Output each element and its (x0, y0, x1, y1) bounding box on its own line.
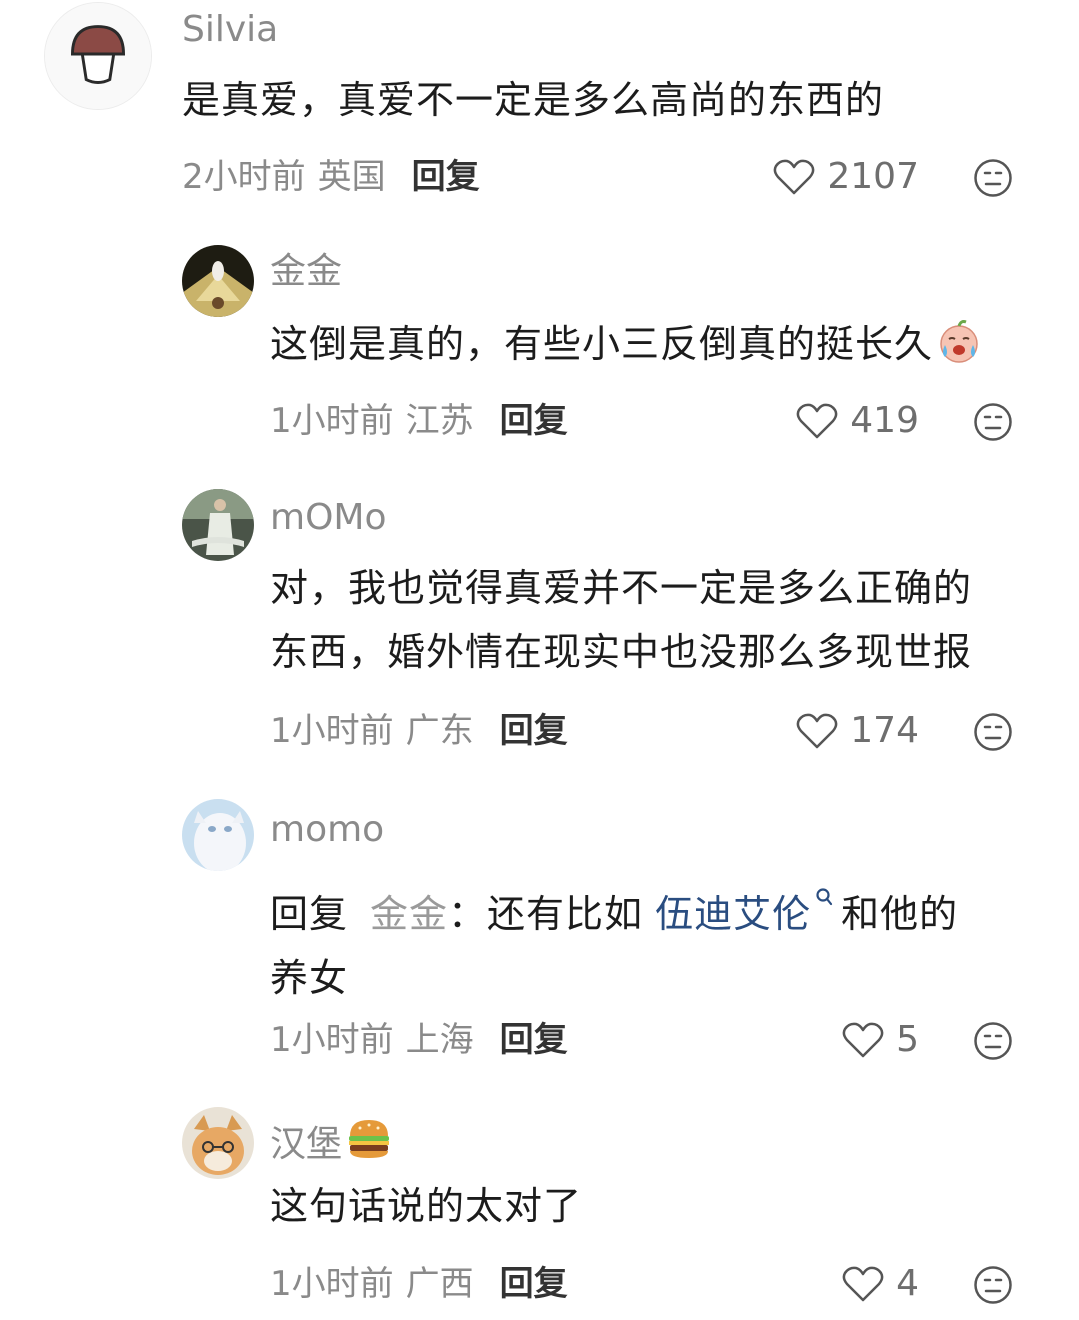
comment-text-line: 养女 (270, 956, 349, 1000)
dislike-icon[interactable] (973, 1265, 1013, 1305)
reply-comment: mOMo 对，我也觉得真爱并不一定是多么正确的 东西，婚外情在现实中也没那么多现… (0, 484, 1079, 764)
heart-icon[interactable] (842, 1265, 884, 1303)
comment-text: 这句话说的太对了 (270, 1184, 583, 1228)
like-control[interactable]: 174 (796, 709, 919, 753)
avatar-image (182, 245, 254, 317)
comment-text-body: 和他的 (841, 892, 959, 936)
avatar[interactable] (182, 1107, 254, 1179)
heart-icon[interactable] (796, 712, 838, 750)
reply-button[interactable]: 回复 (500, 1264, 568, 1304)
location: 英国 (317, 157, 386, 197)
comment-text-line: 回复 金金：还有比如 伍迪艾伦 和他的 (270, 864, 958, 946)
comment-text: 回复 金金：还有比如 伍迪艾伦 和他的 养女 (270, 864, 958, 1010)
reply-prefix: 回复 (270, 892, 349, 936)
location: 上海 (405, 1020, 474, 1060)
username[interactable]: 金金 (270, 250, 342, 294)
like-count: 419 (850, 400, 919, 441)
username-text: 汉堡 (270, 1124, 343, 1165)
reply-comment: 汉堡 这句话说的太对了 1小时前 广西 回复 4 (0, 1104, 1079, 1320)
comment-meta: 1小时前 上海 回复 (270, 1018, 568, 1062)
location: 广西 (405, 1264, 474, 1304)
search-link[interactable]: 伍迪艾伦 (655, 892, 811, 936)
comment-text-line: 东西，婚外情在现实中也没那么多现世报 (270, 630, 973, 674)
timestamp: 1小时前 (270, 401, 394, 441)
like-count: 5 (896, 1019, 919, 1060)
timestamp: 1小时前 (270, 1264, 394, 1304)
comment-meta: 1小时前 广西 回复 (270, 1262, 568, 1306)
crying-face-emoji (935, 317, 983, 384)
reply-button[interactable]: 回复 (500, 401, 568, 441)
avatar-image (182, 799, 254, 871)
like-count: 174 (850, 710, 919, 751)
reply-target-username[interactable]: 金金 (370, 892, 448, 936)
dislike-icon[interactable] (973, 1021, 1013, 1061)
location: 江苏 (405, 401, 474, 441)
username[interactable]: mOMo (270, 496, 387, 540)
like-control[interactable]: 419 (796, 399, 919, 443)
comment-text: 这倒是真的，有些小三反倒真的挺长久 (270, 312, 983, 384)
comment-text-line: 对，我也觉得真爱并不一定是多么正确的 (270, 566, 973, 610)
avatar[interactable] (182, 489, 254, 561)
comment-meta: 1小时前 广东 回复 (270, 709, 568, 753)
avatar[interactable] (182, 799, 254, 871)
dislike-icon[interactable] (973, 712, 1013, 752)
avatar-image (182, 1107, 254, 1179)
search-icon[interactable] (815, 864, 835, 928)
like-control[interactable]: 5 (842, 1018, 919, 1062)
like-control[interactable]: 2107 (773, 155, 919, 199)
like-count: 4 (896, 1263, 919, 1304)
location: 广东 (405, 711, 474, 751)
reply-button[interactable]: 回复 (500, 1020, 568, 1060)
username[interactable]: 汉堡 (270, 1116, 392, 1173)
hamburger-emoji (346, 1116, 392, 1173)
reply-comment: momo 回复 金金：还有比如 伍迪艾伦 和他的 养女 1小时前 上海 回复 5 (0, 794, 1079, 1074)
comment-text: 对，我也觉得真爱并不一定是多么正确的 东西，婚外情在现实中也没那么多现世报 (270, 556, 972, 684)
comment-meta: 2小时前 英国 回复 (182, 155, 480, 199)
comment-text: 是真爱，真爱不一定是多么高尚的东西的 (182, 78, 885, 122)
avatar-image (182, 489, 254, 561)
reply-comment: 金金 这倒是真的，有些小三反倒真的挺长久 1小时前 江苏 回复 419 (0, 240, 1079, 450)
like-control[interactable]: 4 (842, 1262, 919, 1306)
username[interactable]: momo (270, 808, 384, 852)
like-count: 2107 (827, 156, 919, 197)
timestamp: 1小时前 (270, 711, 394, 751)
timestamp: 1小时前 (270, 1020, 394, 1060)
dislike-icon[interactable] (973, 158, 1013, 198)
reply-button[interactable]: 回复 (500, 711, 568, 751)
mushroom-icon (45, 3, 151, 109)
dislike-icon[interactable] (973, 402, 1013, 442)
comment-meta: 1小时前 江苏 回复 (270, 399, 568, 443)
username[interactable]: Silvia (182, 8, 278, 52)
heart-icon[interactable] (842, 1021, 884, 1059)
heart-icon[interactable] (773, 158, 815, 196)
comment-text-body: 这倒是真的，有些小三反倒真的挺长久 (270, 322, 934, 366)
comment-text-body: 还有比如 (487, 892, 644, 936)
timestamp: 2小时前 (182, 157, 306, 197)
reply-button[interactable]: 回复 (412, 157, 480, 197)
avatar[interactable] (44, 2, 152, 110)
comment-silvia: Silvia 是真爱，真爱不一定是多么高尚的东西的 2小时前 英国 回复 2107 (0, 0, 1079, 220)
avatar[interactable] (182, 245, 254, 317)
heart-icon[interactable] (796, 402, 838, 440)
colon: ： (448, 892, 488, 936)
